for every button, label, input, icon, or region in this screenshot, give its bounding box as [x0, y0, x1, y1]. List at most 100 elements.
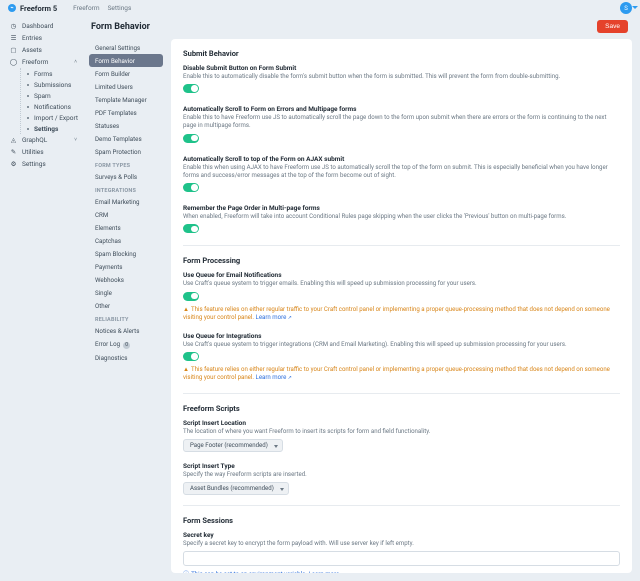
setting-scroll-errors: Automatically Scroll to Form on Errors a…	[183, 105, 620, 144]
nav2-pdf-templates[interactable]: PDF Templates	[89, 106, 163, 119]
user-menu[interactable]: S	[620, 2, 632, 14]
toggle-scroll-ajax[interactable]	[183, 183, 199, 192]
primary-sidebar: ◷Dashboard ☰Entries ▢Assets ◯Freeform˄ F…	[0, 16, 85, 581]
nav2-spam-protection[interactable]: Spam Protection	[89, 145, 163, 158]
toggle-disable-submit[interactable]	[183, 84, 199, 93]
cat-integrations: INTEGRATIONS	[89, 183, 163, 195]
graphql-icon: ◬	[10, 137, 17, 144]
nav2-crm[interactable]: CRM	[89, 208, 163, 221]
cat-form-types: FORM TYPES	[89, 158, 163, 170]
section-heading: Form Processing	[183, 256, 620, 265]
chevron-up-icon: ˄	[74, 59, 77, 65]
error-log-badge: 0	[123, 342, 130, 349]
setting-disable-submit: Disable Submit Button on Form Submit Ena…	[183, 64, 620, 95]
page-header: Form Behavior Save	[87, 18, 632, 39]
section-heading: Freeform Scripts	[183, 404, 620, 413]
setting-remember-page: Remember the Page Order in Multi-page fo…	[183, 204, 620, 235]
subnav-settings[interactable]: Settings	[27, 123, 81, 134]
nav-dashboard[interactable]: ◷Dashboard	[6, 20, 81, 32]
chevron-down-icon: ˅	[74, 137, 77, 143]
setting-script-insert-location: Script Insert Location The location of w…	[183, 419, 620, 452]
cat-reliability: RELIABILITY	[89, 312, 163, 324]
subnav-import-export[interactable]: Import / Export	[27, 112, 81, 123]
subnav-forms[interactable]: Forms	[27, 68, 81, 79]
image-icon: ▢	[10, 47, 17, 54]
nav2-spam-blocking[interactable]: Spam Blocking	[89, 247, 163, 260]
breadcrumb-item[interactable]: Freeform	[73, 4, 99, 12]
nav2-general-settings[interactable]: General Settings	[89, 41, 163, 54]
subnav-notifications[interactable]: Notifications	[27, 101, 81, 112]
nav2-other[interactable]: Other	[89, 299, 163, 312]
gear-icon: ⚙	[10, 161, 17, 168]
toggle-scroll-errors[interactable]	[183, 134, 199, 143]
nav2-form-behavior[interactable]: Form Behavior	[89, 54, 163, 67]
queue-warning: ▲This feature relies on either regular t…	[183, 306, 620, 322]
section-heading: Submit Behavior	[183, 49, 620, 58]
nav2-payments[interactable]: Payments	[89, 260, 163, 273]
select-script-type[interactable]: Asset Bundles (recommended)	[183, 482, 289, 495]
setting-queue-emails: Use Queue for Email Notifications Use Cr…	[183, 271, 620, 322]
input-secret-key[interactable]	[183, 551, 620, 566]
nav2-email-marketing[interactable]: Email Marketing	[89, 195, 163, 208]
topbar: ⌁ Freeform 5 Freeform Settings S	[0, 0, 640, 16]
gauge-icon: ◷	[10, 23, 17, 30]
section-heading: Form Sessions	[183, 516, 620, 525]
select-script-location[interactable]: Page Footer (recommended)	[183, 439, 283, 452]
nav2-notices-alerts[interactable]: Notices & Alerts	[89, 324, 163, 337]
brand: ⌁ Freeform 5	[8, 4, 57, 13]
toggle-queue-integrations[interactable]	[183, 352, 199, 361]
learn-more-link[interactable]: Learn more	[308, 571, 344, 573]
settings-sidebar: General Settings Form Behavior Form Buil…	[87, 39, 165, 573]
section-freeform-scripts: Freeform Scripts Script Insert Location …	[183, 404, 620, 495]
breadcrumb-item[interactable]: Settings	[108, 4, 132, 12]
app-logo: ⌁	[8, 4, 16, 12]
warning-icon: ▲	[183, 366, 189, 373]
nav2-template-manager[interactable]: Template Manager	[89, 93, 163, 106]
setting-script-insert-type: Script Insert Type Specify the way Freef…	[183, 462, 620, 495]
list-icon: ☰	[10, 35, 17, 42]
page-title: Form Behavior	[91, 22, 150, 32]
plugin-icon: ◯	[10, 59, 17, 66]
divider	[183, 505, 620, 506]
nav2-limited-users[interactable]: Limited Users	[89, 80, 163, 93]
section-form-sessions: Form Sessions Secret key Specify a secre…	[183, 516, 620, 573]
env-hint: ⓘThis can be set to an environment varia…	[183, 569, 620, 573]
nav-freeform-sub: Forms Submissions Spam Notifications Imp…	[20, 68, 81, 134]
nav2-statuses[interactable]: Statuses	[89, 119, 163, 132]
section-submit-behavior: Submit Behavior Disable Submit Button on…	[183, 49, 620, 235]
nav2-error-log[interactable]: Error Log0	[89, 337, 163, 351]
breadcrumb: Freeform Settings	[73, 4, 131, 12]
section-form-processing: Form Processing Use Queue for Email Noti…	[183, 256, 620, 382]
content-card: Submit Behavior Disable Submit Button on…	[171, 39, 632, 573]
divider	[183, 393, 620, 394]
setting-secret-key: Secret key Specify a secret key to encry…	[183, 531, 620, 573]
warning-icon: ▲	[183, 306, 189, 313]
subnav-spam[interactable]: Spam	[27, 90, 81, 101]
nav2-webhooks[interactable]: Webhooks	[89, 273, 163, 286]
learn-more-link[interactable]: Learn more	[256, 314, 292, 321]
save-button[interactable]: Save	[597, 20, 628, 33]
nav2-surveys-polls[interactable]: Surveys & Polls	[89, 170, 163, 183]
nav2-elements[interactable]: Elements	[89, 221, 163, 234]
app-title: Freeform 5	[20, 4, 57, 13]
wrench-icon: ✎	[10, 149, 17, 156]
learn-more-link[interactable]: Learn more	[256, 374, 292, 381]
queue-warning: ▲This feature relies on either regular t…	[183, 366, 620, 382]
nav-freeform[interactable]: ◯Freeform˄	[6, 56, 81, 68]
nav2-single[interactable]: Single	[89, 286, 163, 299]
subnav-submissions[interactable]: Submissions	[27, 79, 81, 90]
nav-graphql[interactable]: ◬GraphQL˅	[6, 134, 81, 146]
info-icon: ⓘ	[183, 571, 189, 573]
nav2-form-builder[interactable]: Form Builder	[89, 67, 163, 80]
toggle-queue-emails[interactable]	[183, 292, 199, 301]
nav-settings[interactable]: ⚙Settings	[6, 158, 81, 170]
nav-assets[interactable]: ▢Assets	[6, 44, 81, 56]
nav2-demo-templates[interactable]: Demo Templates	[89, 132, 163, 145]
nav2-diagnostics[interactable]: Diagnostics	[89, 351, 163, 364]
setting-scroll-ajax: Automatically Scroll to top of the Form …	[183, 155, 620, 194]
nav-utilities[interactable]: ✎Utilities	[6, 146, 81, 158]
nav-entries[interactable]: ☰Entries	[6, 32, 81, 44]
divider	[183, 245, 620, 246]
nav2-captchas[interactable]: Captchas	[89, 234, 163, 247]
toggle-remember-page[interactable]	[183, 224, 199, 233]
